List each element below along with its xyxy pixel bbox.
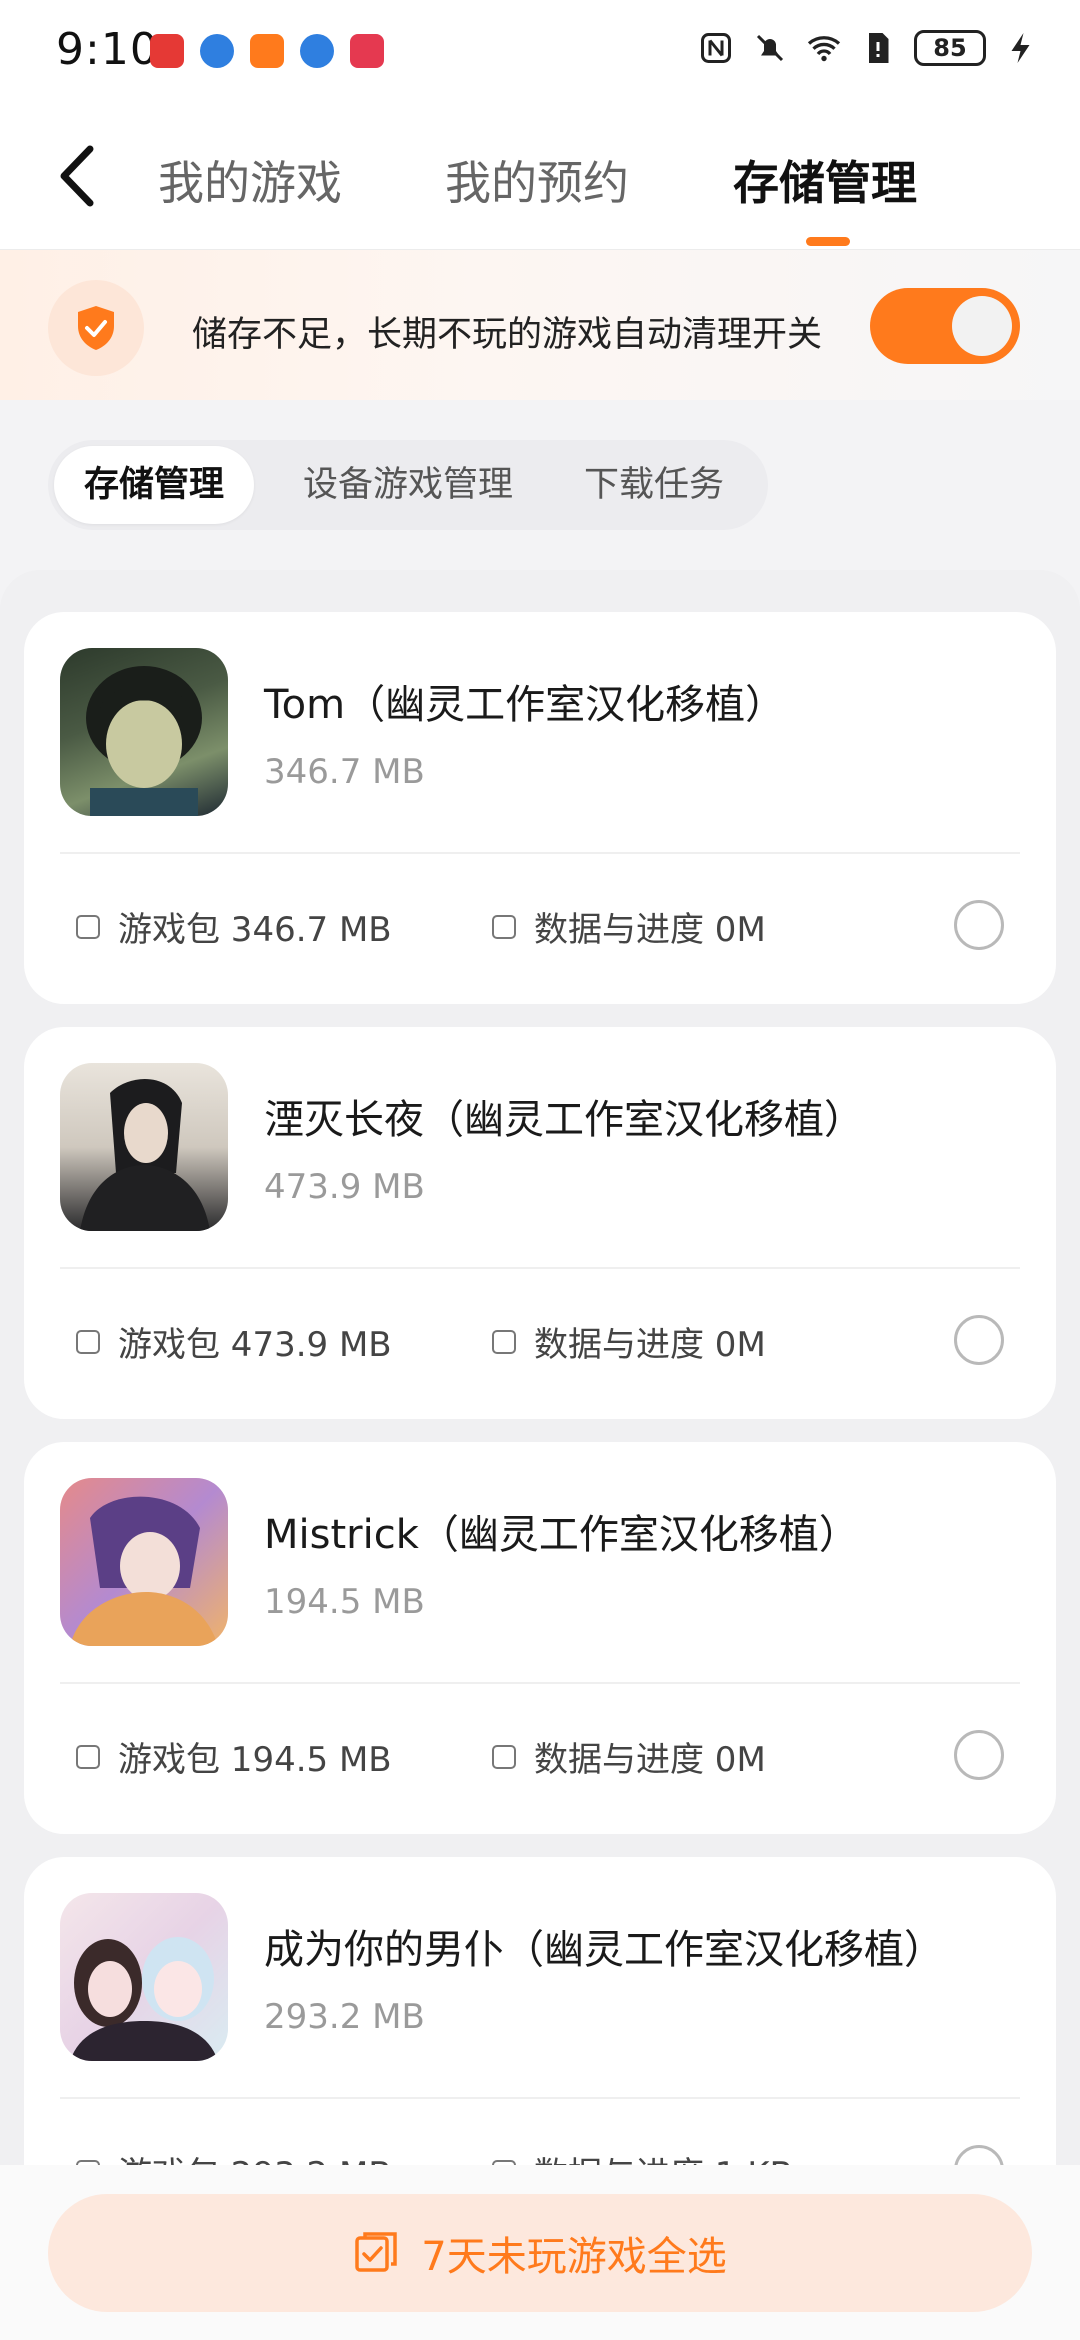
notification-icons [150, 34, 384, 68]
game-title: 成为你的男仆（幽灵工作室汉化移植） [264, 1927, 944, 1973]
storage-segmented-control: 存储管理 设备游戏管理 下载任务 [48, 440, 768, 530]
shield-check-icon [78, 306, 114, 350]
status-time: 9:10 [56, 24, 159, 75]
game-icon-image [60, 1063, 228, 1231]
tab-my-reservations[interactable]: 我的预约 [445, 147, 629, 213]
select-all-icon [355, 2232, 398, 2272]
checkbox-icon [492, 1744, 516, 1769]
system-status-icons: 85 [698, 30, 1040, 66]
auto-clean-label: 储存不足，长期不玩的游戏自动清理开关 [192, 315, 823, 355]
data-label: 数据与进度 0M [534, 1740, 766, 1780]
auto-clean-toggle[interactable] [870, 288, 1020, 364]
game-title: Tom（幽灵工作室汉化移植） [264, 682, 786, 728]
select-unplayed-games-button[interactable]: 7天未玩游戏全选 [48, 2194, 1032, 2312]
data-label: 数据与进度 0M [534, 1325, 766, 1365]
portrait-illustration [70, 1937, 218, 2061]
game-card: 湮灭长夜（幽灵工作室汉化移植） 473.9 MB 游戏包 473.9 MB 数据… [24, 1027, 1056, 1419]
nfc-icon [701, 33, 731, 63]
data-checkbox[interactable]: 数据与进度 0M [492, 902, 766, 951]
browser-app-icon-2 [300, 34, 334, 68]
game-card: Tom（幽灵工作室汉化移植） 346.7 MB 游戏包 346.7 MB 数据与… [24, 612, 1056, 1004]
red-app-icon [350, 34, 384, 68]
tab-my-games[interactable]: 我的游戏 [158, 147, 342, 213]
checkbox-icon [76, 1329, 100, 1354]
checkbox-icon [492, 914, 516, 939]
package-checkbox[interactable]: 游戏包 194.5 MB [76, 1732, 392, 1781]
portrait-illustration [86, 666, 202, 816]
charging-icon [1011, 33, 1030, 63]
orange-app-icon [250, 34, 284, 68]
chevron-left-icon[interactable] [48, 143, 108, 209]
card-divider [60, 852, 1020, 854]
checkbox-icon [76, 914, 100, 939]
card-divider [60, 1682, 1020, 1684]
data-label: 数据与进度 0M [534, 910, 766, 950]
package-checkbox[interactable]: 游戏包 473.9 MB [76, 1317, 392, 1366]
game-size: 293.2 MB [264, 1997, 425, 2037]
battery-icon: 85 [914, 30, 986, 66]
portrait-illustration [70, 1496, 218, 1646]
game-title: 湮灭长夜（幽灵工作室汉化移植） [264, 1097, 864, 1143]
package-label: 游戏包 346.7 MB [118, 910, 392, 950]
game-title: Mistrick（幽灵工作室汉化移植） [264, 1512, 859, 1558]
segment-storage-management[interactable]: 存储管理 [54, 446, 254, 524]
status-bar: 9:10 85 [0, 0, 1080, 105]
package-label: 游戏包 473.9 MB [118, 1325, 392, 1365]
huawei-app-icon [150, 34, 184, 68]
card-divider [60, 2097, 1020, 2099]
top-navigation: 我的游戏 我的预约 存储管理 [0, 105, 1080, 251]
tab-storage-management[interactable]: 存储管理 [733, 147, 917, 213]
game-icon-image [60, 1893, 228, 2061]
segment-device-game-management[interactable]: 设备游戏管理 [280, 440, 536, 530]
checkbox-icon [76, 1744, 100, 1769]
toggle-knob [952, 296, 1012, 356]
select-game-radio[interactable] [954, 1730, 1004, 1780]
browser-app-icon [200, 34, 234, 68]
select-game-radio[interactable] [954, 900, 1004, 950]
package-label: 游戏包 194.5 MB [118, 1740, 392, 1780]
select-game-radio[interactable] [954, 1315, 1004, 1365]
game-card: Mistrick（幽灵工作室汉化移植） 194.5 MB 游戏包 194.5 M… [24, 1442, 1056, 1834]
segment-download-tasks[interactable]: 下载任务 [554, 440, 754, 530]
shield-icon-badge [48, 280, 144, 376]
sim-icon [869, 33, 889, 63]
portrait-illustration [80, 1079, 210, 1231]
game-size: 194.5 MB [264, 1582, 425, 1622]
game-icon-image [60, 648, 228, 816]
active-tab-indicator [806, 237, 850, 246]
checkbox-icon [492, 1329, 516, 1354]
game-icon-image [60, 1478, 228, 1646]
package-checkbox[interactable]: 游戏包 346.7 MB [76, 902, 392, 951]
game-size: 346.7 MB [264, 752, 425, 792]
auto-clean-banner: 储存不足，长期不玩的游戏自动清理开关 [0, 250, 1080, 400]
card-divider [60, 1267, 1020, 1269]
select-unplayed-label: 7天未玩游戏全选 [421, 2234, 727, 2280]
data-checkbox[interactable]: 数据与进度 0M [492, 1317, 766, 1366]
data-checkbox[interactable]: 数据与进度 0M [492, 1732, 766, 1781]
game-size: 473.9 MB [264, 1167, 425, 1207]
mute-icon [756, 34, 784, 62]
wifi-icon [807, 36, 841, 62]
